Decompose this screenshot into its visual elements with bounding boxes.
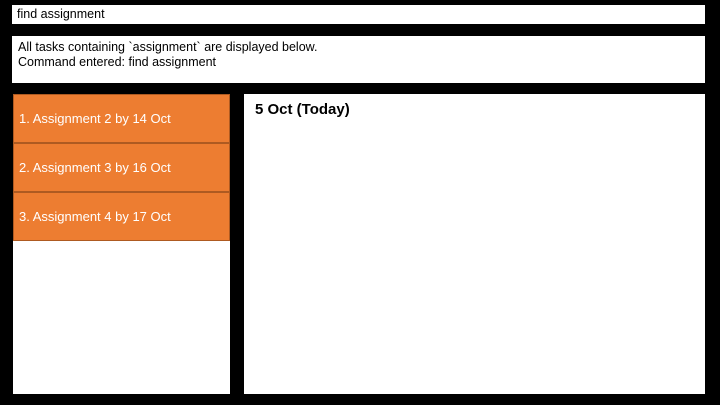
task-list-panel: 1. Assignment 2 by 14 Oct 2. Assignment …	[13, 94, 230, 394]
task-list-item[interactable]: 3. Assignment 4 by 17 Oct	[13, 192, 230, 241]
result-command-line: Command entered: find assignment	[18, 55, 217, 69]
result-message-line: All tasks containing `assignment` are di…	[18, 40, 318, 54]
task-list-item[interactable]: 1. Assignment 2 by 14 Oct	[13, 94, 230, 143]
task-label: 2. Assignment 3 by 16 Oct	[19, 160, 171, 175]
task-label: 1. Assignment 2 by 14 Oct	[19, 111, 171, 126]
app-window: All tasks containing `assignment` are di…	[0, 0, 720, 405]
calendar-panel: 5 Oct (Today)	[244, 94, 705, 394]
date-heading: 5 Oct (Today)	[255, 101, 350, 118]
task-list-item[interactable]: 2. Assignment 3 by 16 Oct	[13, 143, 230, 192]
command-input[interactable]	[12, 5, 705, 24]
result-display: All tasks containing `assignment` are di…	[12, 36, 705, 83]
task-label: 3. Assignment 4 by 17 Oct	[19, 209, 171, 224]
